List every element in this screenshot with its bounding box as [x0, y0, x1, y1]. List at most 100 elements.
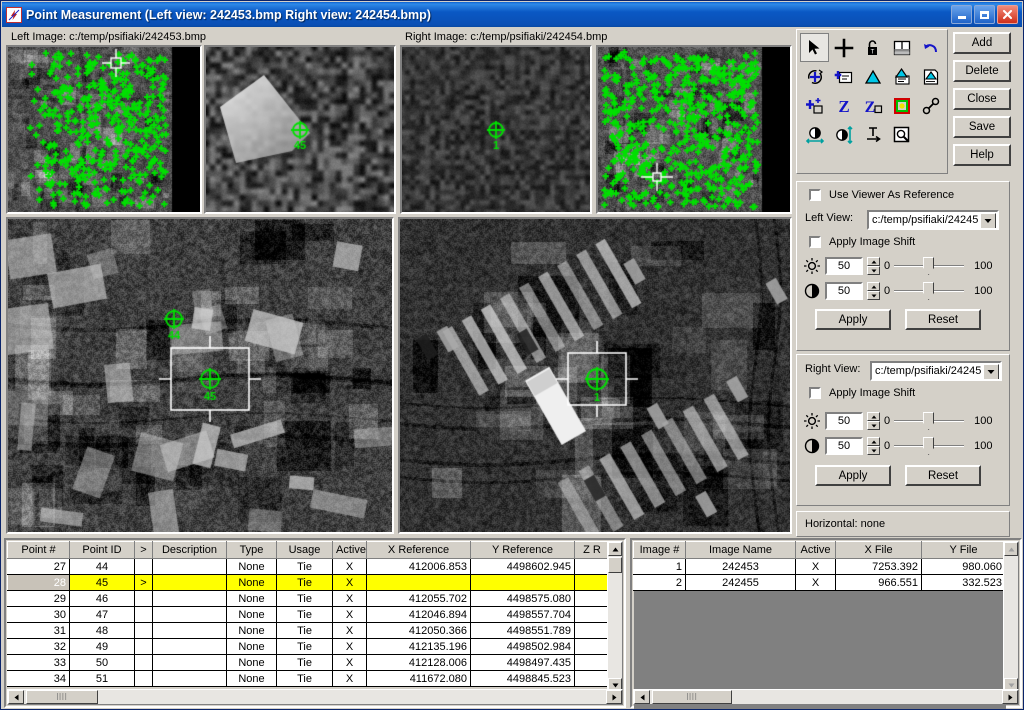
- left-overview-view[interactable]: [6, 45, 202, 214]
- images-table-hscrollbar[interactable]: ||||: [633, 689, 1019, 705]
- point-id[interactable]: 45: [69, 574, 135, 591]
- image-name[interactable]: 242453: [685, 558, 796, 575]
- row-number[interactable]: 30: [7, 606, 70, 623]
- right-brightness-spinner[interactable]: [867, 412, 880, 430]
- left-brightness-value[interactable]: 50: [825, 257, 863, 275]
- points-col-header-8[interactable]: Y Reference: [470, 541, 575, 559]
- x-reference[interactable]: 412006.853: [366, 558, 471, 575]
- right-reset-button[interactable]: Reset: [905, 465, 981, 486]
- triangle-icon-button[interactable]: [858, 62, 887, 91]
- z-reference[interactable]: [574, 622, 610, 639]
- slider-thumb[interactable]: [923, 282, 935, 300]
- marker-flag[interactable]: [134, 558, 153, 575]
- points-col-header-1[interactable]: Point ID: [69, 541, 135, 559]
- image-number[interactable]: 2: [633, 574, 686, 591]
- z-reference[interactable]: [574, 606, 610, 623]
- right-detail-view[interactable]: [400, 45, 592, 214]
- horizontal-drive-icon-button[interactable]: [800, 120, 829, 149]
- points-table-vscrollbar[interactable]: [607, 541, 623, 693]
- z-reference[interactable]: [574, 558, 610, 575]
- points-col-header-7[interactable]: X Reference: [366, 541, 471, 559]
- left-detail-view[interactable]: [204, 45, 396, 214]
- type[interactable]: None: [226, 670, 277, 687]
- scroll-up-button[interactable]: [608, 542, 622, 556]
- type[interactable]: None: [226, 606, 277, 623]
- table-row[interactable]: 1 242453 X 7253.392 980.060: [633, 558, 1006, 575]
- usage[interactable]: Tie: [276, 574, 333, 591]
- points-col-header-4[interactable]: Type: [226, 541, 277, 559]
- description[interactable]: [152, 638, 227, 655]
- left-apply-button[interactable]: Apply: [815, 309, 891, 330]
- select-arrow-icon-button[interactable]: [800, 33, 829, 62]
- points-col-header-6[interactable]: Active: [332, 541, 367, 559]
- y-reference[interactable]: 4498502.984: [470, 638, 575, 655]
- type[interactable]: None: [226, 558, 277, 575]
- right-contrast-value[interactable]: 50: [825, 437, 863, 455]
- crosshair-icon-button[interactable]: [829, 33, 858, 62]
- images-table-vscrollbar[interactable]: [1003, 541, 1019, 693]
- right-apply-image-shift-row[interactable]: Apply Image Shift: [809, 387, 915, 399]
- vertical-drive-icon-button[interactable]: [829, 120, 858, 149]
- left-brightness-spinner[interactable]: [867, 257, 880, 275]
- spinner-up-icon[interactable]: [867, 282, 880, 291]
- images-col-header-0[interactable]: Image #: [633, 541, 686, 559]
- points-col-header-5[interactable]: Usage: [276, 541, 333, 559]
- marker-flag[interactable]: [134, 638, 153, 655]
- maximize-button[interactable]: [974, 5, 995, 24]
- description[interactable]: [152, 670, 227, 687]
- point-id[interactable]: 44: [69, 558, 135, 575]
- description[interactable]: [152, 622, 227, 639]
- active[interactable]: X: [795, 558, 836, 575]
- x-reference[interactable]: 411672.080: [366, 670, 471, 687]
- x-file[interactable]: 7253.392: [835, 558, 922, 575]
- use-viewer-as-reference-checkbox[interactable]: [809, 189, 821, 201]
- z-reference[interactable]: [574, 638, 610, 655]
- z-reference[interactable]: [574, 670, 610, 687]
- y-reference[interactable]: 4498557.704: [470, 606, 575, 623]
- chevron-down-icon[interactable]: [983, 364, 999, 379]
- left-contrast-value[interactable]: 50: [825, 282, 863, 300]
- x-reference[interactable]: 412046.894: [366, 606, 471, 623]
- usage[interactable]: Tie: [276, 654, 333, 671]
- left-apply-image-shift-checkbox[interactable]: [809, 236, 821, 248]
- right-brightness-value[interactable]: 50: [825, 412, 863, 430]
- active[interactable]: X: [332, 670, 367, 687]
- triangle-list-icon-button[interactable]: [887, 62, 916, 91]
- undo-arrow-icon-button[interactable]: [916, 33, 945, 62]
- table-row[interactable]: 29 46 None Tie X 412055.702 4498575.080: [7, 590, 610, 607]
- scroll-up-button[interactable]: [1004, 542, 1018, 556]
- table-row[interactable]: 33 50 None Tie X 412128.006 4498497.435: [7, 654, 610, 671]
- slider-thumb[interactable]: [923, 412, 935, 430]
- z-value-icon-button[interactable]: Z: [829, 91, 858, 120]
- type[interactable]: None: [226, 622, 277, 639]
- slider-thumb[interactable]: [923, 437, 935, 455]
- table-row[interactable]: 34 51 None Tie X 411672.080 4498845.523: [7, 670, 610, 687]
- point-id[interactable]: 46: [69, 590, 135, 607]
- z-reference[interactable]: [574, 590, 610, 607]
- right-apply-button[interactable]: Apply: [815, 465, 891, 486]
- x-file[interactable]: 966.551: [835, 574, 922, 591]
- point-id[interactable]: 47: [69, 606, 135, 623]
- usage[interactable]: Tie: [276, 590, 333, 607]
- marker-flag[interactable]: >: [134, 574, 153, 591]
- add-point-icon-button[interactable]: [800, 91, 829, 120]
- point-id[interactable]: 50: [69, 654, 135, 671]
- usage[interactable]: Tie: [276, 622, 333, 639]
- x-reference[interactable]: [366, 574, 471, 591]
- z-reference[interactable]: [574, 574, 610, 591]
- right-apply-image-shift-checkbox[interactable]: [809, 387, 821, 399]
- left-brightness-slider[interactable]: [894, 257, 965, 275]
- spinner-down-icon[interactable]: [867, 266, 880, 275]
- description[interactable]: [152, 558, 227, 575]
- image-name[interactable]: 242455: [685, 574, 796, 591]
- table-row[interactable]: 27 44 None Tie X 412006.853 4498602.945: [7, 558, 610, 575]
- left-contrast-slider[interactable]: [894, 282, 965, 300]
- y-reference[interactable]: [470, 574, 575, 591]
- spinner-up-icon[interactable]: [867, 412, 880, 421]
- type[interactable]: None: [226, 574, 277, 591]
- description[interactable]: [152, 606, 227, 623]
- image-number[interactable]: 1: [633, 558, 686, 575]
- right-contrast-spinner[interactable]: [867, 437, 880, 455]
- point-id[interactable]: 49: [69, 638, 135, 655]
- active[interactable]: X: [332, 638, 367, 655]
